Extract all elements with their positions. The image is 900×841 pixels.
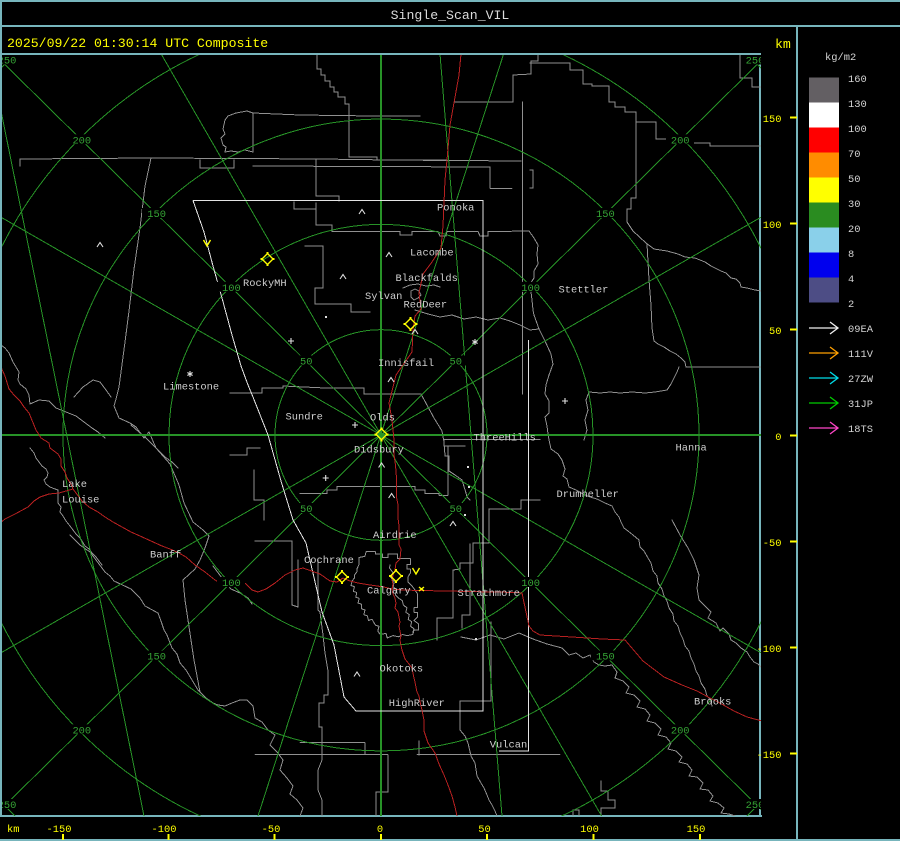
- svg-text:200: 200: [671, 135, 690, 147]
- svg-text:200: 200: [72, 135, 91, 147]
- svg-text:100: 100: [848, 124, 867, 136]
- svg-text:RedDeer: RedDeer: [404, 300, 448, 312]
- svg-text:150: 150: [147, 209, 166, 221]
- svg-text:160: 160: [848, 74, 867, 86]
- svg-text:100: 100: [222, 283, 241, 295]
- svg-text:200: 200: [72, 725, 91, 737]
- svg-text:-50: -50: [262, 824, 281, 836]
- svg-text:09EA: 09EA: [848, 324, 874, 336]
- svg-text:-100: -100: [152, 824, 177, 836]
- svg-text:RockyMH: RockyMH: [243, 278, 287, 290]
- svg-text:Sylvan: Sylvan: [365, 291, 402, 303]
- svg-text:-100: -100: [757, 644, 782, 656]
- svg-text:100: 100: [222, 578, 241, 590]
- svg-text:130: 130: [848, 99, 867, 111]
- svg-text:Calgary: Calgary: [367, 585, 411, 597]
- svg-text:Hanna: Hanna: [676, 443, 707, 455]
- svg-text:Strathmore: Strathmore: [458, 588, 520, 600]
- svg-text:2025/09/22 01:30:14 UTC Compos: 2025/09/22 01:30:14 UTC Composite: [7, 36, 268, 51]
- svg-text:Blackfalds: Blackfalds: [396, 273, 458, 285]
- svg-text:50: 50: [450, 357, 462, 369]
- svg-text:2: 2: [848, 299, 854, 311]
- svg-text:Louise: Louise: [62, 495, 99, 507]
- svg-text:150: 150: [147, 652, 166, 664]
- svg-text:-50: -50: [763, 538, 782, 550]
- svg-text:Brooks: Brooks: [694, 697, 731, 709]
- svg-text:4: 4: [848, 274, 854, 286]
- svg-text:100: 100: [763, 220, 782, 232]
- svg-text:111V: 111V: [848, 349, 874, 361]
- svg-text:Innisfail: Innisfail: [378, 358, 434, 370]
- svg-text:70: 70: [848, 149, 860, 161]
- svg-text:150: 150: [596, 209, 615, 221]
- svg-text:50: 50: [848, 174, 860, 186]
- svg-text:250: 250: [0, 56, 16, 68]
- svg-text:31JP: 31JP: [848, 399, 873, 411]
- svg-text:Stettler: Stettler: [559, 285, 609, 297]
- svg-text:Lake: Lake: [62, 479, 87, 491]
- svg-text:100: 100: [580, 824, 599, 836]
- svg-text:20: 20: [848, 224, 860, 236]
- svg-text:Vulcan: Vulcan: [490, 739, 527, 751]
- svg-text:kg/m2: kg/m2: [825, 52, 856, 64]
- svg-text:Banff: Banff: [150, 550, 181, 562]
- svg-text:50: 50: [478, 824, 490, 836]
- svg-text:150: 150: [763, 114, 782, 126]
- svg-text:Didsbury: Didsbury: [354, 445, 404, 457]
- svg-text:Okotoks: Okotoks: [380, 664, 424, 676]
- svg-text:0: 0: [377, 824, 383, 836]
- svg-text:Limestone: Limestone: [163, 382, 219, 394]
- svg-text:30: 30: [848, 199, 860, 211]
- svg-text:50: 50: [769, 326, 781, 338]
- svg-text:Ponoka: Ponoka: [437, 203, 474, 215]
- svg-text:-150: -150: [47, 824, 72, 836]
- svg-text:250: 250: [0, 800, 16, 812]
- svg-text:Olds: Olds: [370, 413, 395, 425]
- svg-text:Airdrie: Airdrie: [373, 530, 417, 542]
- svg-text:Sundre: Sundre: [286, 412, 323, 424]
- svg-text:150: 150: [687, 824, 706, 836]
- svg-text:Cochrane: Cochrane: [304, 555, 354, 567]
- svg-text:km: km: [775, 37, 791, 52]
- svg-text:8: 8: [848, 249, 854, 261]
- svg-text:50: 50: [300, 504, 312, 516]
- svg-text:-150: -150: [757, 750, 782, 762]
- svg-text:HighRiver: HighRiver: [389, 698, 445, 710]
- svg-text:Drumheller: Drumheller: [557, 489, 619, 501]
- svg-text:150: 150: [596, 652, 615, 664]
- svg-text:50: 50: [300, 357, 312, 369]
- svg-text:100: 100: [521, 283, 540, 295]
- svg-text:50: 50: [450, 504, 462, 516]
- svg-text:18TS: 18TS: [848, 424, 873, 436]
- svg-text:27ZW: 27ZW: [848, 374, 874, 386]
- svg-text:200: 200: [671, 725, 690, 737]
- svg-text:0: 0: [775, 432, 781, 444]
- svg-text:km: km: [7, 824, 19, 836]
- svg-text:100: 100: [521, 578, 540, 590]
- svg-text:ThreeHills: ThreeHills: [474, 433, 536, 445]
- svg-text:Lacombe: Lacombe: [410, 248, 454, 260]
- svg-text:Single_Scan_VIL: Single_Scan_VIL: [391, 8, 510, 23]
